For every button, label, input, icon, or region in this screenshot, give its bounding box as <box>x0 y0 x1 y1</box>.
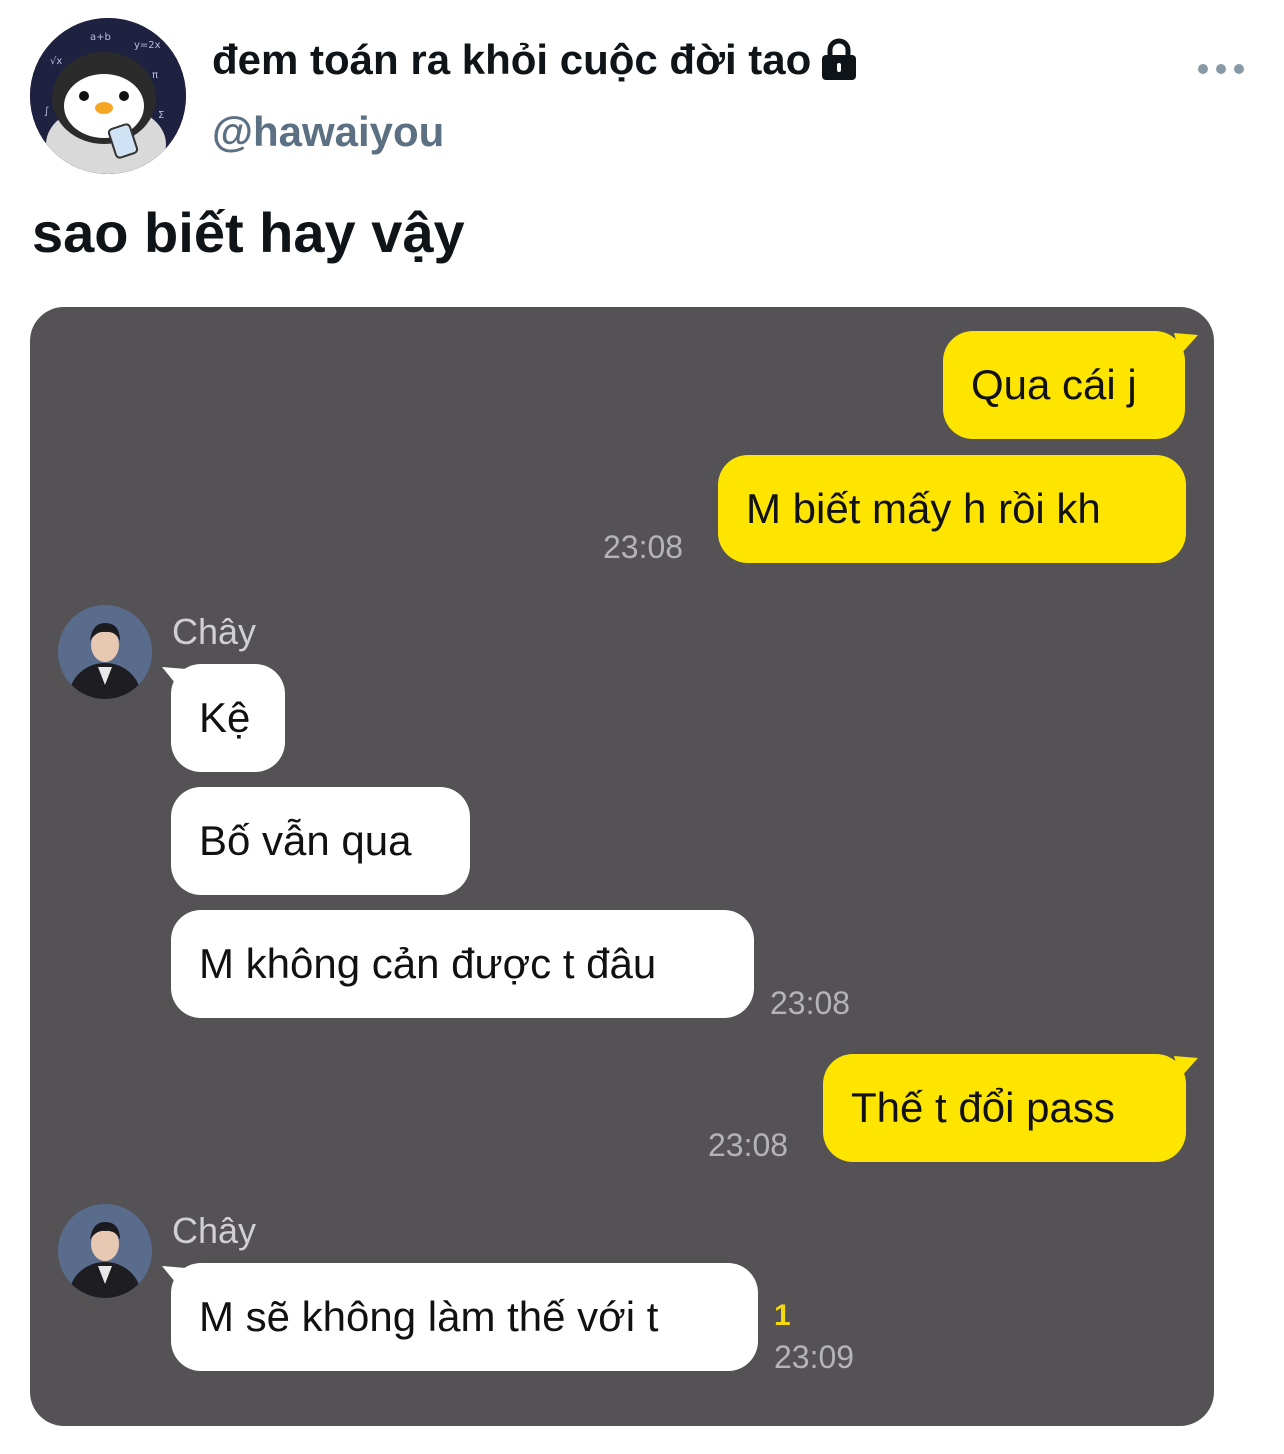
message-text: M sẽ không làm thế với t <box>199 1293 659 1340</box>
message-text: M không cản được t đâu <box>199 940 657 987</box>
incoming-message: Kệ <box>171 664 285 772</box>
svg-text:√x: √x <box>50 56 62 67</box>
message-text: M biết mấy h rồi kh <box>746 485 1101 532</box>
outgoing-message: Thế t đổi pass <box>823 1054 1186 1162</box>
svg-text:Σ: Σ <box>158 110 164 121</box>
svg-text:π: π <box>152 70 158 81</box>
message-timestamp: 23:08 <box>770 985 851 1021</box>
bubble-tail-icon <box>162 1266 186 1288</box>
message-text: Bố vẫn qua <box>199 817 412 864</box>
sender-name: Chây <box>172 611 257 652</box>
message-timestamp: 23:09 <box>774 1339 855 1375</box>
outgoing-message: Qua cái j <box>943 331 1185 439</box>
incoming-message: Bố vẫn qua <box>171 787 470 895</box>
bubble-tail-icon <box>1174 1056 1198 1078</box>
chat-screenshot: Qua cái j M biết mấy h rồi kh 23:08 Chây… <box>30 307 1214 1426</box>
sender-name: Chây <box>172 1210 257 1251</box>
message-text: Kệ <box>199 694 251 741</box>
bubble-tail-icon <box>1174 333 1198 355</box>
message-timestamp: 23:08 <box>603 529 684 565</box>
message-text: Thế t đổi pass <box>851 1084 1115 1131</box>
bubble-tail-icon <box>162 667 186 689</box>
contact-avatar[interactable] <box>58 1204 152 1298</box>
more-icon[interactable] <box>1198 62 1244 76</box>
message-text: Qua cái j <box>971 361 1137 408</box>
display-name[interactable]: đem toán ra khỏi cuộc đời tao <box>212 36 859 84</box>
tweet-text: sao biết hay vậy <box>32 201 465 264</box>
svg-text:y=2x: y=2x <box>134 40 161 51</box>
profile-avatar[interactable]: a+b y=2x √x π ∫ Σ <box>30 18 186 174</box>
lock-icon <box>822 38 857 80</box>
contact-avatar[interactable] <box>58 605 152 699</box>
incoming-message: M sẽ không làm thế với t <box>171 1263 758 1371</box>
display-name-text: đem toán ra khỏi cuộc đời tao <box>212 36 812 83</box>
unread-count: 1 <box>774 1299 791 1332</box>
svg-text:a+b: a+b <box>90 32 111 43</box>
outgoing-message: M biết mấy h rồi kh <box>718 455 1186 563</box>
svg-text:∫: ∫ <box>44 106 49 117</box>
user-handle[interactable]: @hawaiyou <box>212 108 444 156</box>
message-timestamp: 23:08 <box>708 1127 789 1163</box>
incoming-message: M không cản được t đâu <box>171 910 754 1018</box>
